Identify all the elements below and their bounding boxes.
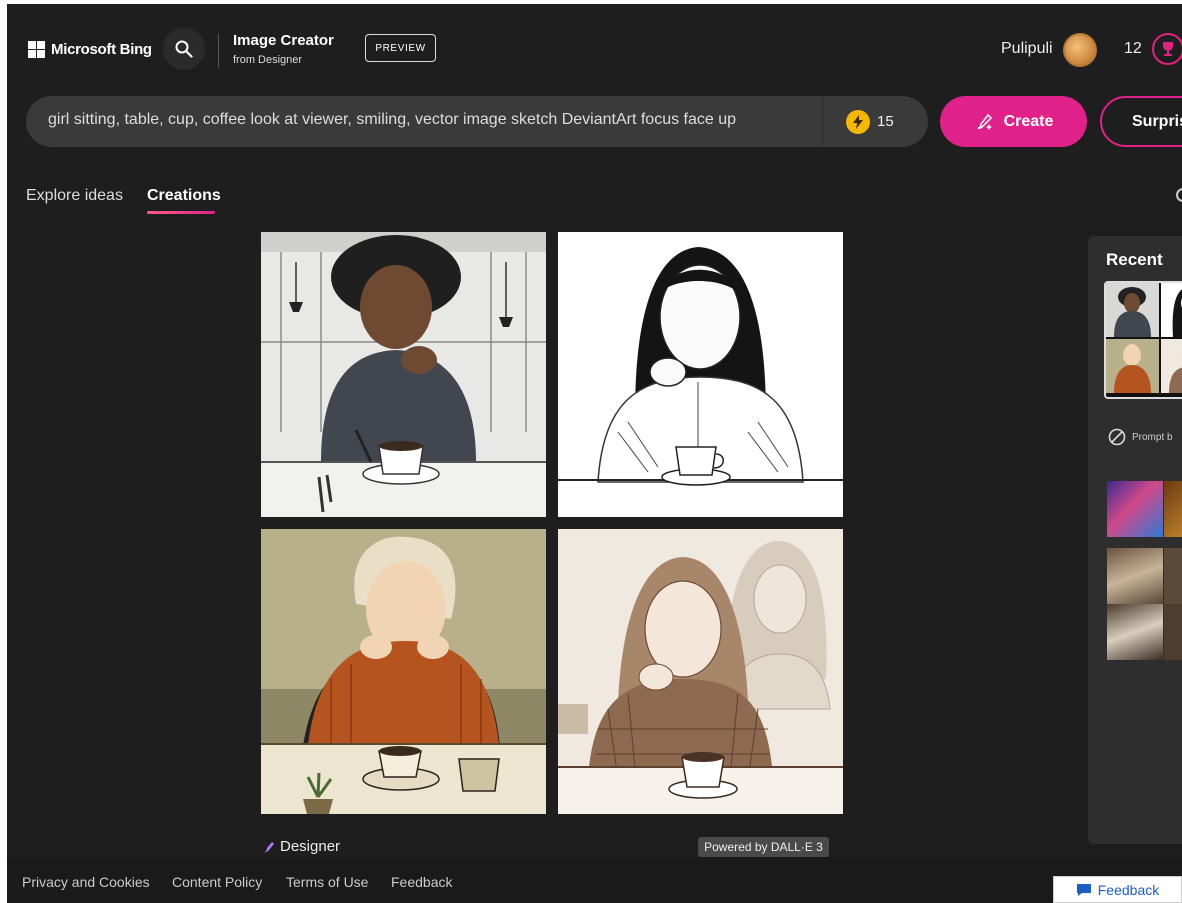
user-name[interactable]: Pulipuli: [1001, 40, 1053, 58]
recent-thumb-library-4[interactable]: [1164, 604, 1182, 660]
recent-thumb-3: [1106, 339, 1159, 393]
tab-creations[interactable]: Creations: [147, 187, 221, 205]
prompt-chip-label: Prompt b: [1132, 431, 1173, 443]
designer-label: Designer: [280, 838, 341, 855]
powered-by-badge: Powered by DALL·E 3: [698, 837, 829, 857]
surprise-me-button[interactable]: Surprise Me: [1100, 96, 1182, 147]
boost-count: 15: [877, 113, 894, 130]
recent-thumb-stage-2[interactable]: [1164, 481, 1182, 537]
footer-link-content-policy[interactable]: Content Policy: [172, 874, 262, 890]
prompt-divider: [822, 96, 823, 147]
feedback-button[interactable]: Feedback: [1053, 876, 1182, 903]
bing-home-link[interactable]: Microsoft Bing: [28, 41, 152, 58]
header: Microsoft Bing Image Creator from Design…: [7, 4, 1182, 92]
create-label: Create: [1003, 112, 1054, 130]
app-frame: Microsoft Bing Image Creator from Design…: [0, 0, 1182, 903]
recent-thumb-library-2[interactable]: [1164, 548, 1182, 604]
feedback-button-label: Feedback: [1097, 881, 1160, 898]
recent-panel: Recent Prompt b: [1088, 236, 1182, 844]
recent-creation-thumbnail[interactable]: [1104, 281, 1182, 399]
designer-logo-icon: [264, 841, 274, 852]
recent-thumb-2: [1161, 283, 1182, 337]
prompt-blocked-item[interactable]: Prompt b: [1108, 428, 1173, 446]
recent-thumb-library-3[interactable]: [1107, 604, 1163, 660]
lightning-icon[interactable]: [846, 110, 870, 134]
recent-thumb-library-1[interactable]: [1107, 548, 1163, 604]
create-button[interactable]: Create: [940, 96, 1087, 147]
brand-name: Microsoft Bing: [51, 41, 152, 58]
microsoft-logo-icon: [28, 41, 45, 58]
feedback-chat-icon: [1076, 883, 1091, 896]
surprise-label: Surprise Me: [1132, 112, 1182, 130]
rewards-count[interactable]: 12: [1124, 40, 1142, 58]
reward-trophy-icon[interactable]: [1152, 33, 1182, 65]
footer: Privacy and Cookies Content Policy Terms…: [7, 857, 1182, 903]
designer-credit[interactable]: Designer: [262, 838, 340, 855]
generated-image-3[interactable]: [261, 529, 546, 814]
footer-link-privacy[interactable]: Privacy and Cookies: [22, 874, 150, 890]
footer-link-feedback[interactable]: Feedback: [391, 874, 452, 890]
preview-badge: PREVIEW: [365, 34, 436, 62]
recent-thumb-stage-1[interactable]: [1107, 481, 1163, 537]
tab-explore-ideas[interactable]: Explore ideas: [26, 187, 123, 205]
clipped-icon[interactable]: [1176, 188, 1182, 202]
generated-image-4[interactable]: [558, 529, 843, 814]
window-left-edge: [0, 0, 7, 903]
active-tab-indicator: [147, 211, 215, 214]
recent-thumb-1: [1106, 283, 1159, 337]
header-divider: [218, 34, 219, 68]
create-brush-icon: [977, 113, 992, 130]
generated-image-1[interactable]: [261, 232, 546, 517]
blocked-icon: [1108, 428, 1126, 446]
app-title[interactable]: Image Creator: [233, 32, 334, 49]
recent-thumb-4: [1161, 339, 1182, 393]
recent-title: Recent: [1106, 250, 1163, 269]
avatar[interactable]: [1063, 33, 1097, 67]
search-button[interactable]: [163, 28, 205, 70]
generated-image-2[interactable]: [558, 232, 843, 517]
prompt-input-container[interactable]: girl sitting, table, cup, coffee look at…: [26, 96, 928, 147]
search-icon: [175, 40, 193, 58]
app-subtitle: from Designer: [233, 54, 303, 66]
footer-link-terms[interactable]: Terms of Use: [286, 874, 368, 890]
prompt-input[interactable]: girl sitting, table, cup, coffee look at…: [48, 111, 788, 129]
